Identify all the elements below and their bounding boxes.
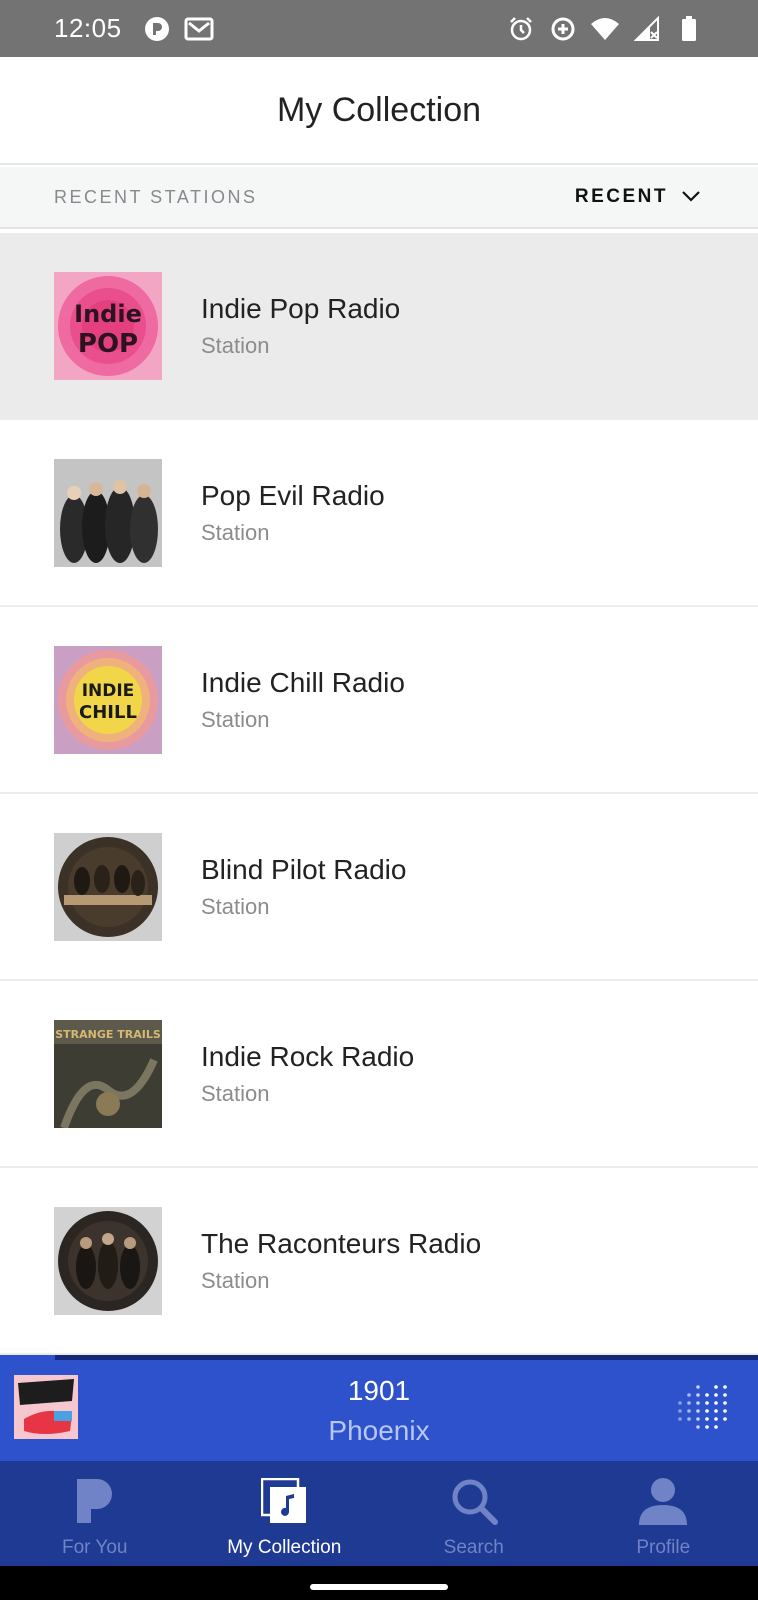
- chevron-down-icon: [682, 191, 700, 203]
- station-type: Station: [201, 1080, 270, 1106]
- artwork-text: Indie: [74, 300, 142, 328]
- status-time: 12:05: [54, 13, 122, 43]
- station-artwork: STRANGE TRAILS: [54, 1019, 162, 1128]
- sort-dropdown[interactable]: RECENT: [575, 186, 700, 208]
- audio-visualizer-icon: [676, 1383, 728, 1434]
- station-type: Station: [201, 706, 270, 732]
- station-artwork: Indie POP: [54, 271, 162, 380]
- wifi-icon: [590, 14, 620, 44]
- tab-label: For You: [62, 1537, 128, 1558]
- battery-icon: [674, 14, 704, 44]
- station-name: Indie Chill Radio: [201, 666, 405, 698]
- station-name: Indie Rock Radio: [201, 1040, 415, 1072]
- station-type: Station: [201, 893, 270, 919]
- tab-label: Profile: [636, 1537, 691, 1558]
- station-row[interactable]: STRANGE TRAILS Indie Rock Radio Station: [0, 981, 758, 1168]
- station-artwork: [54, 1206, 162, 1315]
- artwork-text: STRANGE TRAILS: [55, 1028, 161, 1041]
- data-saver-icon: [548, 14, 578, 44]
- search-icon: [450, 1475, 498, 1527]
- station-artwork: [54, 458, 162, 567]
- now-playing-bar[interactable]: 1901 Phoenix: [0, 1355, 758, 1461]
- alarm-icon: [506, 14, 536, 44]
- station-type: Station: [201, 332, 270, 358]
- sort-label: RECENT: [574, 186, 668, 207]
- now-playing-track: 1901: [347, 1375, 411, 1406]
- artwork-text: CHILL: [79, 702, 137, 723]
- collection-icon: [261, 1475, 307, 1527]
- pandora-notification-icon: [142, 14, 172, 44]
- station-name: Pop Evil Radio: [201, 479, 385, 511]
- gmail-notification-icon: [184, 14, 214, 44]
- station-row[interactable]: The Raconteurs Radio Station: [0, 1168, 758, 1355]
- station-row[interactable]: Pop Evil Radio Station: [0, 420, 758, 607]
- station-list: Indie POP Indie Pop Radio Station Pop Ev…: [0, 233, 758, 1355]
- status-bar: 12:05: [0, 0, 758, 57]
- app-bar: My Collection: [0, 57, 758, 165]
- profile-icon: [638, 1475, 688, 1527]
- section-label: RECENT STATIONS: [54, 186, 258, 207]
- system-navigation-bar: [0, 1566, 758, 1600]
- station-row[interactable]: INDIE CHILL Indie Chill Radio Station: [0, 607, 758, 794]
- tab-label: My Collection: [227, 1537, 342, 1558]
- now-playing-artist: Phoenix: [328, 1415, 430, 1446]
- page-title: My Collection: [276, 90, 482, 129]
- playback-progress-bar: [55, 1355, 758, 1360]
- station-artwork: [54, 832, 162, 941]
- station-name: Indie Pop Radio: [201, 292, 401, 324]
- station-type: Station: [201, 1267, 270, 1293]
- pandora-p-icon: [75, 1475, 115, 1527]
- station-row[interactable]: Blind Pilot Radio Station: [0, 794, 758, 981]
- signal-icon: [632, 14, 662, 44]
- station-name: The Raconteurs Radio: [201, 1227, 482, 1259]
- artwork-text: POP: [78, 329, 138, 359]
- home-gesture-handle[interactable]: [310, 1584, 448, 1590]
- artwork-text: INDIE: [82, 681, 135, 701]
- station-artwork: INDIE CHILL: [54, 645, 162, 754]
- station-name: Blind Pilot Radio: [201, 853, 407, 885]
- tab-label: Search: [443, 1537, 504, 1558]
- station-type: Station: [201, 519, 270, 545]
- collection-subheader: RECENT STATIONS RECENT: [0, 167, 758, 229]
- station-row[interactable]: Indie POP Indie Pop Radio Station: [0, 233, 758, 420]
